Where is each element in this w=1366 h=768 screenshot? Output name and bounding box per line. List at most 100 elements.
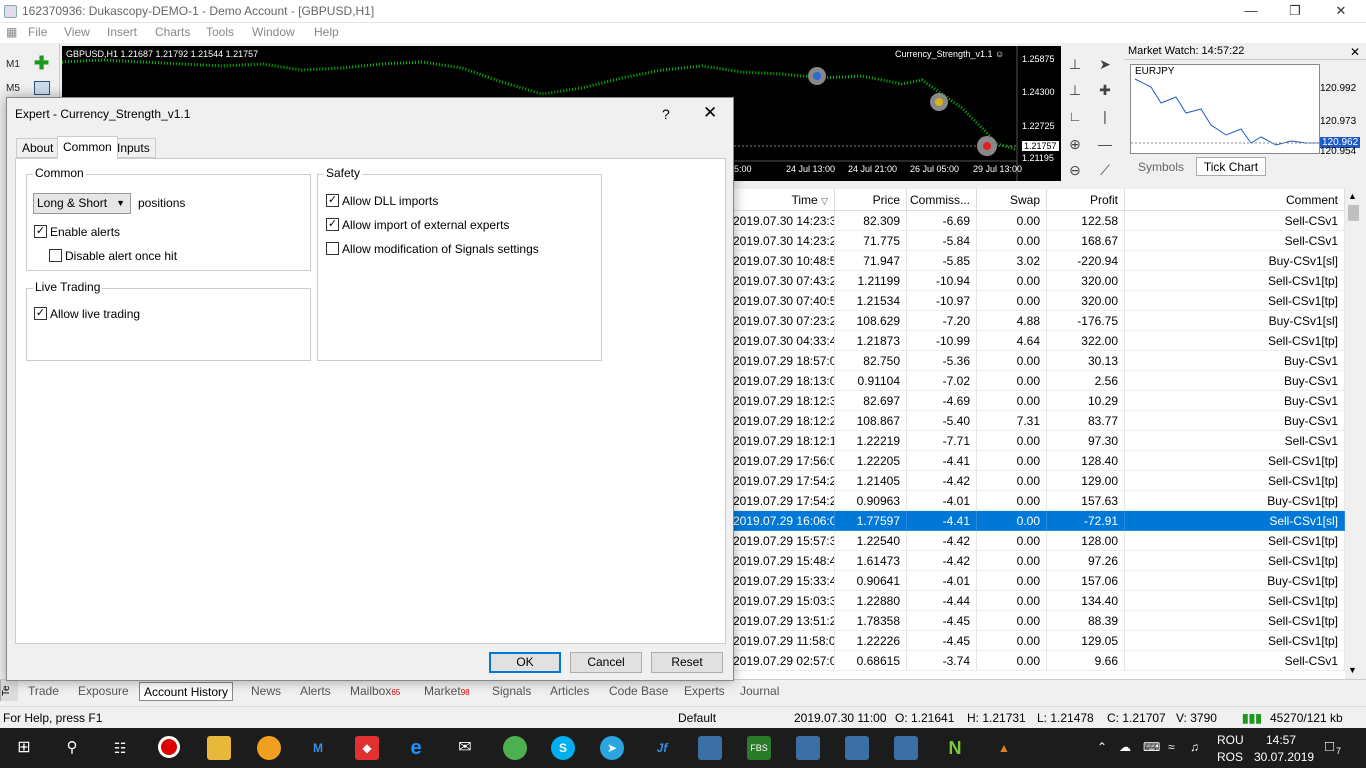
language-bottom[interactable]: ROS <box>1217 750 1243 764</box>
tab-journal[interactable]: Journal <box>740 682 779 701</box>
network-icon[interactable]: ☁ <box>1119 740 1131 754</box>
enable-alerts-label[interactable]: Enable alerts <box>50 225 120 239</box>
table-row[interactable]: 2019.07.29 15:57:37 1.22540 -4.42 0.00 128.0… <box>733 531 1345 551</box>
task-view-icon[interactable]: ☷ <box>108 736 132 760</box>
menu-file[interactable]: File <box>28 25 47 39</box>
tab-about[interactable]: About <box>16 138 60 158</box>
table-row[interactable]: 2019.07.30 07:43:26 1.21199 -10.94 0.00 320.… <box>733 271 1345 291</box>
tab-news[interactable]: News <box>251 682 281 701</box>
app-icon[interactable]: ▲ <box>992 736 1016 760</box>
tab-common[interactable]: Common <box>57 136 118 159</box>
table-row[interactable]: 2019.07.29 18:12:33 82.697 -4.69 0.00 10.29 B… <box>733 391 1345 411</box>
zoom-in-icon[interactable]: ⊕ <box>1065 134 1085 154</box>
trendline-icon[interactable]: ⟋ <box>1095 160 1115 180</box>
scroll-up-icon[interactable]: ▲ <box>1348 191 1357 201</box>
menu-view[interactable]: View <box>64 25 90 39</box>
timeframe-m1[interactable]: M1 <box>6 59 20 70</box>
timeframe-m5[interactable]: M5 <box>6 83 20 94</box>
cursor-icon[interactable]: ➤ <box>1095 54 1115 74</box>
menu-tools[interactable]: Tools <box>206 25 234 39</box>
horizontal-line-icon[interactable]: — <box>1095 134 1115 154</box>
autoscroll-icon[interactable]: ∟ <box>1065 106 1085 126</box>
allow-import-experts-checkbox[interactable]: ✓ <box>326 218 339 231</box>
tab-signals[interactable]: Signals <box>492 682 531 701</box>
new-order-icon[interactable]: ✚ <box>34 54 52 73</box>
table-row[interactable]: 2019.07.30 10:48:57 71.947 -5.85 3.02 -220.9… <box>733 251 1345 271</box>
chart-window-icon[interactable] <box>34 81 50 95</box>
fbs-icon[interactable]: FBS <box>747 736 771 760</box>
table-row[interactable]: 2019.07.29 17:54:23 1.21405 -4.42 0.00 129.0… <box>733 471 1345 491</box>
allow-signals-mod-label[interactable]: Allow modification of Signals settings <box>342 242 539 256</box>
scroll-thumb[interactable] <box>1348 205 1359 221</box>
tab-tick-chart[interactable]: Tick Chart <box>1196 157 1266 176</box>
positions-select[interactable]: Long & Short ▼ <box>33 193 131 214</box>
menu-insert[interactable]: Insert <box>107 25 137 39</box>
period-separator-icon[interactable]: ⊥ <box>1065 54 1085 74</box>
reset-button[interactable]: Reset <box>651 652 723 673</box>
table-row[interactable]: 2019.07.29 18:12:19 1.22219 -7.71 0.00 97.30… <box>733 431 1345 451</box>
app-icon[interactable]: N <box>943 736 967 760</box>
table-row[interactable]: 2019.07.29 18:12:25 108.867 -5.40 7.31 83.77… <box>733 411 1345 431</box>
scroll-down-icon[interactable]: ▼ <box>1348 665 1357 675</box>
ok-button[interactable]: OK <box>489 652 561 673</box>
table-row[interactable]: 2019.07.30 07:23:20 108.629 -7.20 4.88 -176.… <box>733 311 1345 331</box>
table-row[interactable]: 2019.07.30 14:23:29 71.775 -5.84 0.00 168.67… <box>733 231 1345 251</box>
table-row[interactable]: 2019.07.29 15:33:47 0.90641 -4.01 0.00 157.0… <box>733 571 1345 591</box>
wifi-icon[interactable]: ≈ <box>1168 740 1175 754</box>
table-row[interactable]: 2019.07.30 07:40:59 1.21534 -10.97 0.00 320.… <box>733 291 1345 311</box>
tray-chevron-icon[interactable]: ⌃ <box>1097 740 1107 754</box>
clock-time[interactable]: 14:57 <box>1266 733 1296 747</box>
menu-window[interactable]: Window <box>252 25 295 39</box>
table-row[interactable]: 2019.07.29 17:56:04 1.22205 -4.41 0.00 128.4… <box>733 451 1345 471</box>
column-header-swap[interactable]: Swap <box>977 189 1047 211</box>
table-row[interactable]: 2019.07.29 15:03:30 1.22880 -4.44 0.00 134.4… <box>733 591 1345 611</box>
table-row[interactable]: 2019.07.29 17:54:20 0.90963 -4.01 0.00 157.6… <box>733 491 1345 511</box>
tab-market[interactable]: Market98 <box>424 682 470 701</box>
table-row[interactable]: 2019.07.29 13:51:29 1.78358 -4.45 0.00 88.39… <box>733 611 1345 631</box>
close-dialog-button[interactable]: ✕ <box>703 103 717 123</box>
metatrader-icon[interactable] <box>845 736 869 760</box>
metatrader-icon[interactable] <box>894 736 918 760</box>
table-scrollbar[interactable]: ▲ ▼ <box>1345 189 1362 679</box>
zoom-out-icon[interactable]: ⊖ <box>1065 160 1085 180</box>
table-row[interactable]: 2019.07.30 04:33:40 1.21873 -10.99 4.64 322.… <box>733 331 1345 351</box>
column-header-profit[interactable]: Profit <box>1047 189 1125 211</box>
allow-import-experts-label[interactable]: Allow import of external experts <box>342 218 509 232</box>
windows-start-icon[interactable]: ⊞ <box>12 736 36 760</box>
clock-date[interactable]: 30.07.2019 <box>1254 750 1314 764</box>
telegram-icon[interactable]: ➤ <box>600 736 624 760</box>
app-icon[interactable] <box>257 736 281 760</box>
table-row[interactable]: 2019.07.29 11:58:01 1.22226 -4.45 0.00 129.0… <box>733 631 1345 651</box>
column-header-comment[interactable]: Comment <box>1125 189 1345 211</box>
disable-alert-label[interactable]: Disable alert once hit <box>65 249 177 263</box>
record-app-icon[interactable] <box>158 736 180 758</box>
allow-dll-imports-checkbox[interactable]: ✓ <box>326 194 339 207</box>
mail-icon[interactable]: ✉ <box>453 736 477 760</box>
tab-account-history[interactable]: Account History <box>139 682 234 701</box>
anydesk-icon[interactable]: ◆ <box>355 736 379 760</box>
chrome-icon[interactable] <box>503 736 527 760</box>
allow-signals-mod-checkbox[interactable] <box>326 242 339 255</box>
help-button[interactable]: ? <box>662 106 670 122</box>
table-row[interactable]: 2019.07.30 14:23:35 82.309 -6.69 0.00 122.58… <box>733 211 1345 231</box>
close-panel-icon[interactable]: ✕ <box>1350 45 1360 59</box>
table-row[interactable]: 2019.07.29 18:13:01 0.91104 -7.02 0.00 2.56 B… <box>733 371 1345 391</box>
tab-experts[interactable]: Experts <box>684 682 725 701</box>
tab-alerts[interactable]: Alerts <box>300 682 331 701</box>
file-explorer-icon[interactable] <box>207 736 231 760</box>
metatrader-icon[interactable] <box>796 736 820 760</box>
tab-exposure[interactable]: Exposure <box>78 682 129 701</box>
metatrader-icon[interactable] <box>698 736 722 760</box>
column-header-price[interactable]: Price <box>835 189 907 211</box>
table-row[interactable]: 2019.07.29 15:48:43 1.61473 -4.42 0.00 97.26… <box>733 551 1345 571</box>
skype-icon[interactable]: S <box>551 736 575 760</box>
notifications-icon[interactable]: □ <box>1325 738 1334 755</box>
maximize-button[interactable]: ❐ <box>1272 0 1318 23</box>
close-window-button[interactable]: ✕ <box>1318 0 1364 23</box>
edge-icon[interactable]: e <box>404 736 428 760</box>
tab-symbols[interactable]: Symbols <box>1126 157 1196 176</box>
tab-trade[interactable]: Trade <box>28 682 59 701</box>
input-icon[interactable]: ⌨ <box>1143 740 1160 754</box>
app-icon[interactable]: M <box>306 736 330 760</box>
column-header-time[interactable]: Time ▽ <box>733 189 835 211</box>
